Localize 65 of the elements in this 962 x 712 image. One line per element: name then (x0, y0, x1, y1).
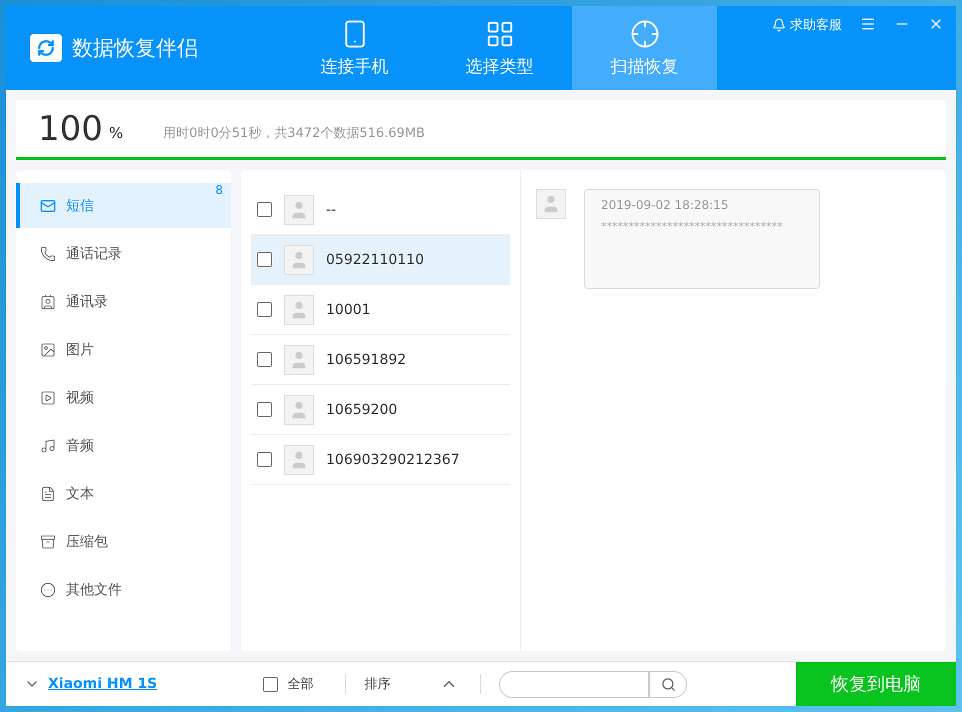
message-text: ********************************* (601, 220, 784, 233)
play-icon (40, 390, 56, 406)
checkbox[interactable] (257, 252, 272, 267)
checkbox[interactable] (257, 202, 272, 217)
category-label: 文本 (66, 484, 94, 502)
music-note-icon (40, 438, 56, 454)
conversation-row[interactable]: 10659200 (251, 385, 510, 435)
category-label: 图片 (66, 340, 94, 358)
contact-card-icon (40, 294, 56, 310)
message-time: 2019-09-02 18:28:15 (601, 198, 730, 212)
phone-icon (40, 246, 56, 262)
category-item[interactable]: 视频 (16, 375, 231, 420)
document-icon (40, 486, 56, 502)
category-label: 视频 (66, 388, 94, 406)
category-label: 短信 (66, 196, 94, 214)
percent-unit: % (108, 124, 124, 142)
search-icon[interactable] (649, 670, 688, 698)
conversation-row[interactable]: 106903290212367 (251, 435, 510, 485)
contact-number: 10659200 (326, 402, 398, 418)
app-logo-icon (30, 34, 62, 62)
envelope-icon (40, 198, 56, 214)
sort-button[interactable]: 排序 (364, 675, 458, 693)
menu-icon[interactable] (860, 16, 876, 32)
app-title: 数据恢复伴侣 (72, 35, 198, 62)
conversation-row[interactable]: 05922110110 (251, 235, 510, 285)
category-label: 音频 (66, 436, 94, 454)
category-label: 通话记录 (66, 244, 122, 262)
category-item[interactable]: 其他文件 (16, 567, 231, 612)
bell-icon (772, 18, 786, 32)
contact-number: 106903290212367 (326, 452, 460, 468)
category-label: 通讯录 (66, 292, 108, 310)
category-count: 8 (215, 183, 223, 197)
avatar-icon (284, 194, 314, 224)
avatar-icon (284, 244, 314, 274)
category-item[interactable]: 文本 (16, 471, 231, 516)
avatar-icon (284, 444, 314, 474)
progress-percent: 100 (38, 108, 103, 148)
avatar-icon (284, 394, 314, 424)
checkbox[interactable] (257, 402, 272, 417)
avatar-icon (284, 294, 314, 324)
category-item[interactable]: 通讯录 (16, 279, 231, 324)
category-item[interactable]: 图片 (16, 327, 231, 372)
category-label: 其他文件 (66, 580, 122, 598)
contact-number: 10001 (326, 302, 371, 318)
contact-number: -- (326, 202, 336, 218)
category-item[interactable]: 音频 (16, 423, 231, 468)
avatar-icon (284, 344, 314, 374)
ellipsis-icon (40, 582, 56, 598)
archive-icon (40, 534, 56, 550)
category-item[interactable]: 压缩包 (16, 519, 231, 564)
conversation-row[interactable]: 10001 (251, 285, 510, 335)
checkbox[interactable] (257, 302, 272, 317)
conversation-row[interactable]: 106591892 (251, 335, 510, 385)
checkbox[interactable] (257, 352, 272, 367)
category-item[interactable]: 通话记录 (16, 231, 231, 276)
search-field[interactable] (499, 670, 650, 698)
avatar-icon (536, 189, 566, 219)
contact-number: 05922110110 (326, 252, 424, 268)
crosshair-icon (630, 18, 660, 48)
image-icon (40, 342, 56, 358)
select-all-checkbox[interactable]: 全部 (263, 675, 314, 693)
checkbox[interactable] (257, 452, 272, 467)
contact-number: 106591892 (326, 352, 406, 368)
category-label: 压缩包 (66, 532, 108, 550)
progress-summary: 用时0时0分51秒，共3472个数据516.69MB (163, 124, 425, 142)
